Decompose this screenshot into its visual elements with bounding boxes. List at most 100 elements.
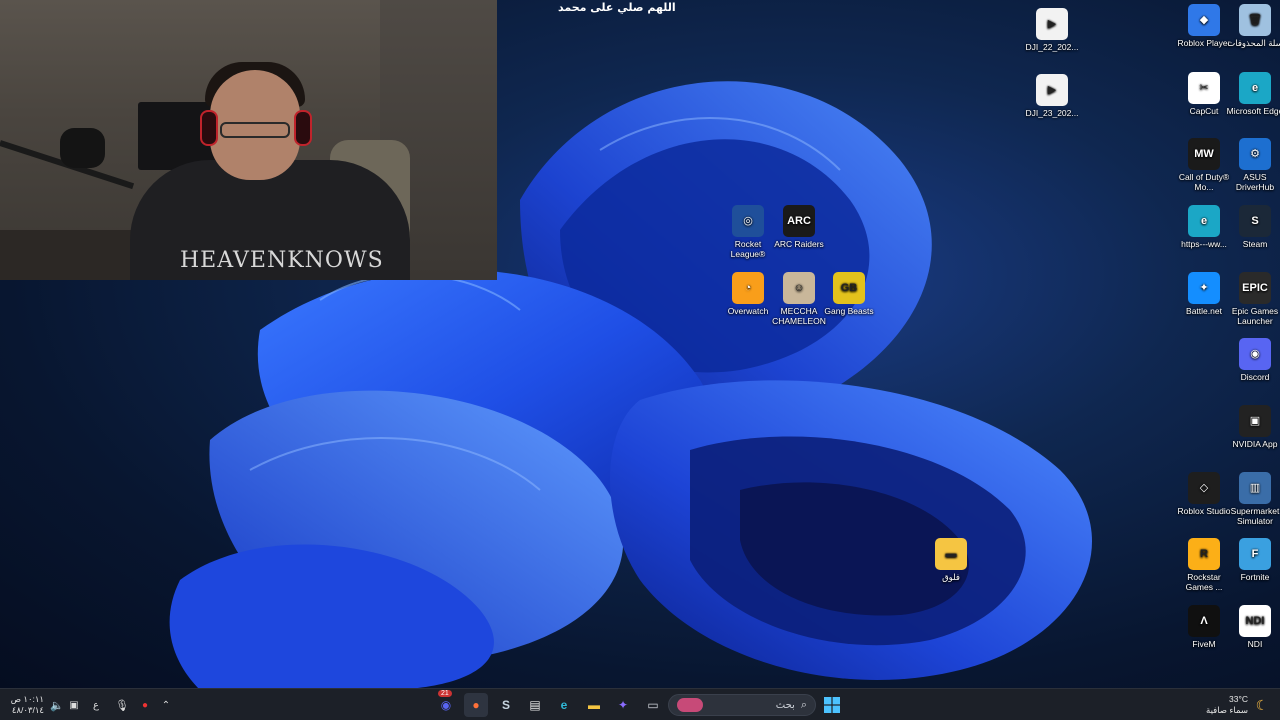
webcam-overlay: HEAVENKNOWS	[0, 0, 497, 280]
desktop-icon-battlenet[interactable]: ✦ Battle.net	[1175, 272, 1233, 316]
desktop-icon-fivem[interactable]: Λ FiveM	[1175, 605, 1233, 649]
desktop-icon-rocket-league[interactable]: ◎ Rocket League®	[719, 205, 777, 259]
desktop-icon-label: NDI	[1247, 639, 1263, 649]
glasses	[220, 122, 290, 138]
notification-badge: 21	[438, 690, 452, 697]
desktop-icon-label: FiveM	[1192, 639, 1216, 649]
roblox-studio-icon: ◇	[1188, 472, 1220, 504]
search-highlight-icon	[677, 698, 703, 712]
desktop-icon-label: https---ww...	[1181, 239, 1227, 249]
desktop-icon-epic[interactable]: EPIC Epic Games Launcher	[1226, 272, 1280, 326]
desktop-icon-rockstar[interactable]: R Rockstar Games ...	[1175, 538, 1233, 592]
desktop-icon-fortnite[interactable]: F Fortnite	[1226, 538, 1280, 582]
gang-beasts-icon: GB	[833, 272, 865, 304]
search-input[interactable]: ⌕ بحث	[668, 694, 816, 716]
desktop-icon-ndi[interactable]: NDI NDI	[1226, 605, 1280, 649]
taskbar-steam-icon[interactable]: S	[494, 693, 518, 717]
desktop-icon-label: فلوق	[942, 572, 960, 582]
desktop-icon-arc-raiders[interactable]: ARC ARC Raiders	[770, 205, 828, 249]
windows-start-icon[interactable]	[820, 693, 844, 717]
desktop-icon-roblox-studio[interactable]: ◇ Roblox Studio	[1175, 472, 1233, 516]
desktop-icon-asus[interactable]: ⚙ ASUS DriverHub	[1226, 138, 1280, 192]
fortnite-icon: F	[1239, 538, 1271, 570]
desktop-icon-label: ARC Raiders	[774, 239, 824, 249]
taskbar: ١٠:١١ ص ٤٨/٠٣/١٤ 🔈 ▣ ع 🎙 ● ⌃ ◉ ● S ▤ e ▬ ✦ ▭ 21…	[0, 688, 1280, 720]
epic-icon: EPIC	[1239, 272, 1271, 304]
shirt-print: HEAVENKNOWS	[180, 248, 384, 273]
edge-icon: e	[1239, 72, 1271, 104]
taskbar-copilot-icon[interactable]: ✦	[611, 693, 635, 717]
recording-icon[interactable]: ●	[136, 695, 154, 715]
desktop-icon-dji23[interactable]: ▶ DJI_23_202...	[1023, 74, 1081, 118]
taskbar-window-icon[interactable]: ▭	[641, 693, 665, 717]
desktop-icon-label: Epic Games Launcher	[1231, 306, 1279, 326]
desktop-icon-label: NVIDIA App	[1232, 439, 1278, 449]
desktop-icon-label: Roblox Player	[1177, 38, 1231, 48]
weather-desc[interactable]: سماء صافية	[1200, 705, 1248, 715]
desktop-icon-capcut[interactable]: ✂ CapCut	[1175, 72, 1233, 116]
ndi-icon: NDI	[1239, 605, 1271, 637]
desktop-icon-label: Fortnite	[1240, 572, 1270, 582]
asus-icon: ⚙	[1239, 138, 1271, 170]
taskbar-edge-icon[interactable]: e	[552, 693, 576, 717]
search-icon: ⌕	[800, 698, 807, 711]
network-icon[interactable]: ▣	[66, 695, 82, 715]
desktop-icon-label: ASUS DriverHub	[1235, 172, 1275, 192]
ring-light	[60, 128, 105, 168]
desktop-icon-label: Battle.net	[1186, 306, 1222, 316]
desktop-icon-label: DJI_23_202...	[1025, 108, 1079, 118]
desktop-icon-supermarket[interactable]: ▥ Supermarket Simulator	[1226, 472, 1280, 526]
nvidia-icon: ▣	[1239, 405, 1271, 437]
desktop-icon-label: DJI_22_202...	[1025, 42, 1079, 52]
battlenet-icon: ✦	[1188, 272, 1220, 304]
clock-date[interactable]: ٤٨/٠٣/١٤	[10, 705, 44, 715]
headset-icon	[200, 110, 218, 146]
roblox-player-icon: ◆	[1188, 4, 1220, 36]
desktop-icon-label: Overwatch	[727, 306, 769, 316]
recycle-bin-icon: 🗑	[1239, 4, 1271, 36]
folder-icon: ▬	[935, 538, 967, 570]
microphone-icon[interactable]: 🎙	[114, 695, 130, 715]
desktop-icon-label: سلة المحذوفات	[1227, 38, 1280, 48]
steam-icon: S	[1239, 205, 1271, 237]
desktop-icon-label: CapCut	[1189, 106, 1219, 116]
desktop-icon-gang-beasts[interactable]: GB Gang Beasts	[820, 272, 878, 316]
volume-icon[interactable]: 🔈	[48, 695, 66, 715]
capcut-icon: ✂	[1188, 72, 1220, 104]
taskbar-explorer-icon[interactable]: ▬	[582, 693, 606, 717]
desktop-icon-label: Rocket League®	[730, 239, 766, 259]
dji22-icon: ▶	[1036, 8, 1068, 40]
desktop-icon-label: Rockstar Games ...	[1185, 572, 1223, 592]
arc-raiders-icon: ARC	[783, 205, 815, 237]
desktop-icon-label: Microsoft Edge	[1226, 106, 1280, 116]
supermarket-icon: ▥	[1239, 472, 1271, 504]
desktop-icon-steam[interactable]: S Steam	[1226, 205, 1280, 249]
search-placeholder: بحث	[775, 699, 795, 711]
desktop-icon-recycle-bin[interactable]: 🗑 سلة المحذوفات	[1226, 4, 1280, 48]
rocket-league-icon: ◎	[732, 205, 764, 237]
desktop-icon-edge[interactable]: e Microsoft Edge	[1226, 72, 1280, 116]
moon-weather-icon[interactable]: ☾	[1250, 693, 1274, 717]
dji23-icon: ▶	[1036, 74, 1068, 106]
taskbar-store-icon[interactable]: ▤	[523, 693, 547, 717]
desktop-icon-label: Gang Beasts	[824, 306, 874, 316]
desktop-icon-overwatch[interactable]: ◔ Overwatch	[719, 272, 777, 316]
desktop-icon-edge-link[interactable]: e https---ww...	[1175, 205, 1233, 249]
desktop-icon-discord[interactable]: ◉ Discord	[1226, 338, 1280, 382]
taskbar-firefox-icon[interactable]: ●	[464, 693, 488, 717]
rockstar-icon: R	[1188, 538, 1220, 570]
chevron-up-icon[interactable]: ⌃	[158, 695, 174, 715]
desktop-icon-label: Roblox Studio	[1177, 506, 1231, 516]
discord-icon: ◉	[1239, 338, 1271, 370]
weather-temp[interactable]: 33°C	[1200, 694, 1248, 704]
desktop-icon-dji22[interactable]: ▶ DJI_22_202...	[1023, 8, 1081, 52]
clock-time[interactable]: ١٠:١١ ص	[10, 694, 44, 704]
desktop-icon-nvidia[interactable]: ▣ NVIDIA App	[1226, 405, 1280, 449]
desktop-icon-roblox-player[interactable]: ◆ Roblox Player	[1175, 4, 1233, 48]
edge-link-icon: e	[1188, 205, 1220, 237]
meccha-icon: ☺	[783, 272, 815, 304]
desktop-icon-cod[interactable]: MW Call of Duty® Mo...	[1175, 138, 1233, 192]
desktop-icon-label: Steam	[1242, 239, 1268, 249]
language-indicator[interactable]: ع	[88, 695, 104, 715]
desktop-icon-folder[interactable]: ▬ فلوق	[922, 538, 980, 582]
